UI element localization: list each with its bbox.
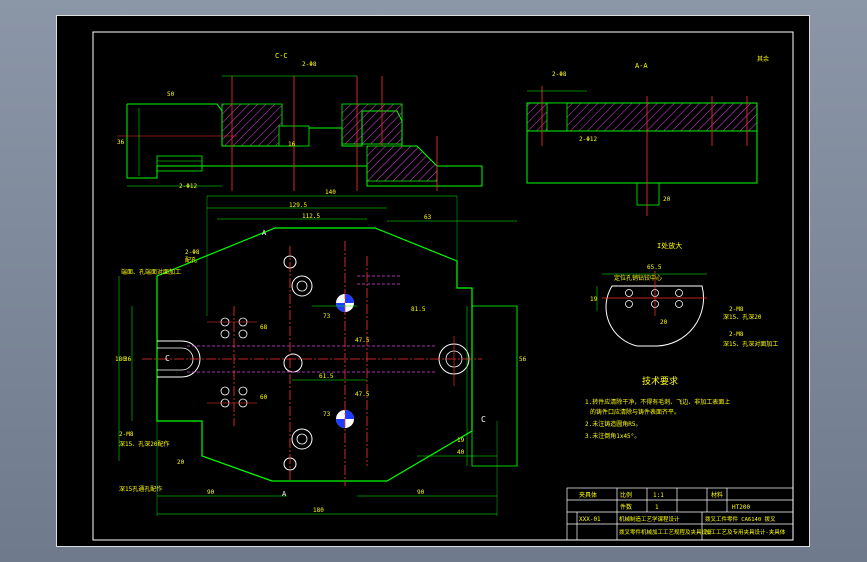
tech-line2: 的铸件口应清除与铸件表面齐平。 (590, 408, 680, 416)
tb-designer: 夹具体 (579, 491, 597, 499)
section-mark-a-bottom: A (282, 490, 287, 498)
callout-2-phi8: 2-Φ8 (185, 249, 200, 256)
dim-19: 19 (457, 437, 465, 444)
section-mark-a-top: A (262, 229, 267, 237)
section-aa-view: A-A 其余 2-Φ8 2-Φ12 20 (526, 55, 769, 216)
section-mark-c-left: C (165, 354, 170, 363)
tb-qty: 1 (655, 504, 659, 511)
tb-desc1: 拨叉工件零件 CA6140 拨叉 (705, 515, 776, 523)
dim-30: 20 (177, 459, 185, 466)
callout-peikong: 配孔 (185, 256, 197, 264)
dim-140: 140 (325, 189, 336, 196)
dim-47-5a: 47.5 (355, 337, 370, 344)
cc-callout-c11: 2-Φ12 (179, 183, 197, 190)
callout-through-hole: 深15孔通孔配作 (119, 485, 162, 493)
dim-90b: 90 (417, 489, 425, 496)
tech-line4: 3.未注倒角1x45°。 (585, 432, 640, 440)
section-aa-label: A-A (635, 62, 648, 70)
tb-material-label: 材料 (711, 491, 723, 499)
dim-90a: 90 (207, 489, 215, 496)
cc-dim-d16: 16 (288, 141, 296, 148)
dim-73a: 73 (323, 313, 331, 320)
technical-requirements: 技术要求 1.转件应清除干净，不得有毛刺、飞边、非加工表面上 的铸件口应清除与铸… (585, 375, 730, 440)
dim-81-5: 81.5 (411, 306, 426, 313)
tb-qty-label: 件数 (620, 503, 632, 511)
dim-61-5: 61.5 (319, 373, 334, 380)
tb-desc2: 加工工艺及专用夹具设计-夹具体 (705, 528, 786, 536)
enlarged-label: I处放大 (657, 241, 682, 250)
section-cc-view: C-C 2-Φ12 16 36 2-Φ8 50 (117, 52, 483, 191)
dim-112-5: 112.5 (302, 213, 320, 220)
callout-2-m8-left: 2-M8 (119, 431, 134, 438)
tech-title: 技术要求 (642, 375, 678, 387)
dim-40: 40 (457, 449, 465, 456)
enlarged-dim-20: 20 (660, 319, 668, 326)
cc-dim-d36: 36 (117, 139, 125, 146)
enlarged-callout-2-m8a: 2-M8 (729, 306, 744, 313)
dim-60: 60 (260, 394, 268, 401)
tech-line3: 2.未注铸造圆角R5。 (585, 420, 641, 428)
enlarged-dim-65-5: 65.5 (647, 264, 662, 271)
main-plan-view: 140 129.5 112.5 63 81.5 73 73 61.5 47.5 … (115, 189, 527, 516)
dim-56: 56 (519, 356, 527, 363)
dim-180-bottom: 180 (313, 507, 324, 514)
enlarged-detail-view: I处放大 65.5 定位孔销钻铰中心 19 20 2-M8 深15、孔深20 2… (590, 241, 778, 348)
title-block-text: 夹具体 XXX-01 比例 1:1 件数 1 材料 HT200 机械制造工艺学课… (579, 491, 786, 536)
enlarged-callout-depth-b: 深15、孔深对面加工 (723, 340, 778, 348)
tech-line1: 1.转件应清除干净，不得有毛刺、飞边、非加工表面上 (585, 398, 730, 406)
drawing-sheet: C-C 2-Φ12 16 36 2-Φ8 50 A-A 其余 2-Φ8 2-Φ1… (56, 15, 810, 547)
tb-drawing-no: XXX-01 (579, 516, 601, 523)
tb-material: HT200 (732, 504, 750, 511)
tb-scale-label: 比例 (620, 491, 632, 499)
section-mark-c-right: C (481, 415, 486, 424)
enlarged-callout-2-m8b: 2-M8 (729, 331, 744, 338)
aa-callout-c1: 2-Φ8 (552, 71, 567, 78)
dim-180-left: 180 (115, 356, 126, 363)
aa-callout-c11: 2-Φ12 (579, 136, 597, 143)
cc-dim-d50: 50 (167, 91, 175, 98)
callout-face-machining: 端面、孔端面对面加工 (121, 268, 181, 276)
enlarged-callout-locating: 定位孔销钻铰中心 (614, 274, 662, 282)
tb-company2: 拨叉零件机械加工工艺规程及夹具设计 (619, 528, 713, 536)
dim-68: 68 (260, 324, 268, 331)
tb-scale: 1:1 (653, 492, 664, 499)
roughness-note: 其余 (757, 55, 769, 63)
cc-callout-c10: 2-Φ8 (302, 61, 317, 68)
dim-73b: 73 (323, 411, 331, 418)
dim-129-5: 129.5 (289, 202, 307, 209)
tb-company1: 机械制造工艺学课程设计 (619, 515, 680, 523)
section-cc-label: C-C (275, 52, 288, 60)
cad-drawing: C-C 2-Φ12 16 36 2-Φ8 50 A-A 其余 2-Φ8 2-Φ1… (92, 31, 794, 541)
callout-depth-left: 深15、孔深20配作 (119, 440, 169, 448)
enlarged-callout-depth-a: 深15、孔深20 (723, 313, 762, 321)
dim-63: 63 (424, 214, 432, 221)
aa-dim-d20: 20 (663, 196, 671, 203)
enlarged-dim-19: 19 (590, 296, 598, 303)
dim-47-5b: 47.5 (355, 391, 370, 398)
